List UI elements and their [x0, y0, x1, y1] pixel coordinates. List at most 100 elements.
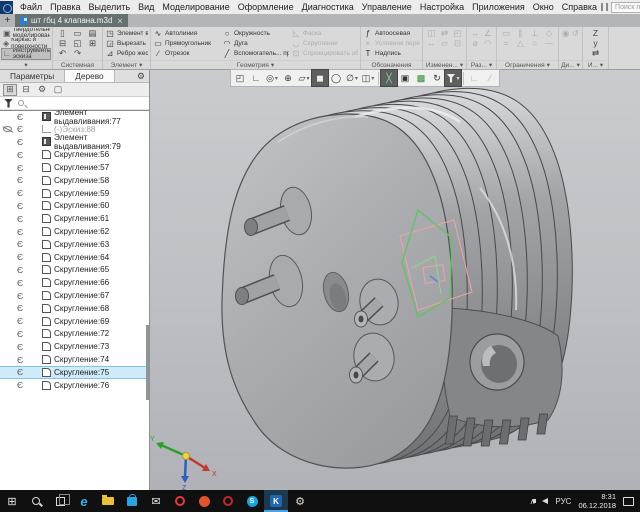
menu-item[interactable]: Вид: [134, 2, 158, 12]
tree-row[interactable]: ЄСкругление:68: [0, 302, 149, 315]
ribbon-section-label[interactable]: ▾: [0, 60, 52, 69]
tree-row[interactable]: ЄСкругление:64: [0, 251, 149, 264]
z-order-icon[interactable]: Z: [593, 28, 598, 38]
ribbon-section-label[interactable]: Геометрия▾: [151, 60, 360, 69]
document-tab[interactable]: шт гбц 4 клапана.m3d ×: [15, 14, 128, 27]
tree-row[interactable]: ЄСкругление:72: [0, 328, 149, 341]
window-doc-icon-2[interactable]: [606, 3, 608, 11]
tree-row[interactable]: ЄСкругление:60: [0, 200, 149, 213]
hide-objects-button[interactable]: ∅▾: [344, 70, 360, 86]
clip-area-button[interactable]: ◫▾: [360, 70, 376, 86]
language-indicator[interactable]: РУС: [555, 497, 571, 506]
tree-row[interactable]: ЄСкругление:62: [0, 225, 149, 238]
taskbar-store-icon[interactable]: [120, 490, 144, 512]
sheet-corner-button[interactable]: ◰: [232, 70, 248, 86]
ribbon-section-label[interactable]: Изменен...▾: [423, 60, 466, 69]
taskbar-settings-icon[interactable]: ⚙: [288, 490, 312, 512]
filter-button[interactable]: ▾: [445, 70, 461, 86]
tree-row[interactable]: ЄСкругление:66: [0, 276, 149, 289]
menu-item[interactable]: Приложения: [468, 2, 529, 12]
tree-row[interactable]: ЄСкругление:76: [0, 379, 149, 392]
new-tab-button[interactable]: +: [0, 14, 15, 27]
tree-row[interactable]: ЄСкругление:65: [0, 264, 149, 277]
app-logo-icon[interactable]: [0, 1, 13, 14]
arc-button[interactable]: ◠Дуга: [222, 38, 289, 48]
ribbon-section-label[interactable]: Ограничения▾: [497, 60, 558, 69]
tree-row[interactable]: ЄЭлемент выдавливания:79: [0, 136, 149, 149]
ribbon-section-label[interactable]: Обозначения: [361, 60, 422, 69]
tree-row[interactable]: ЄСкругление:67: [0, 289, 149, 302]
circle-button[interactable]: ○Окружность: [222, 28, 289, 38]
panel-settings-gear-icon[interactable]: ⚙: [133, 70, 149, 82]
tree-row[interactable]: ЄСкругление:58: [0, 174, 149, 187]
menu-item[interactable]: Настройка: [416, 2, 468, 12]
ribbon-section-label[interactable]: Системная: [53, 60, 102, 69]
stiffener-rib-button[interactable]: ⊿Ребро жесткости: [105, 49, 148, 59]
tree-row[interactable]: ЄСкругление:74: [0, 353, 149, 366]
text-label-button[interactable]: TНадпись: [363, 49, 420, 59]
section-view-button[interactable]: ▣: [397, 70, 413, 86]
command-search-input[interactable]: [611, 2, 640, 13]
autoline-button[interactable]: ∿Автолиния: [153, 28, 220, 38]
taskbar-app-darkred-icon[interactable]: [216, 490, 240, 512]
menu-item[interactable]: Управление: [358, 2, 416, 12]
mode-solid-modeling[interactable]: ▣Твердотельное моделирование: [2, 28, 50, 38]
tree-structure-view-icon[interactable]: ⊞: [3, 84, 17, 96]
tree-row[interactable]: ЄСкругление:59: [0, 187, 149, 200]
ribbon-section-label[interactable]: И...▾: [583, 60, 608, 69]
taskbar-opera-icon[interactable]: [168, 490, 192, 512]
notifications-icon[interactable]: [623, 497, 634, 506]
ribbon-section-label[interactable]: Раз...▾: [467, 60, 496, 69]
layers-button[interactable]: ▩: [413, 70, 429, 86]
taskbar-explorer-icon[interactable]: [96, 490, 120, 512]
undo-icon[interactable]: ↶: [59, 48, 66, 59]
window-doc-icon-1[interactable]: [601, 3, 603, 11]
taskbar-kompas-icon[interactable]: K: [264, 490, 288, 512]
tree-composition-icon[interactable]: ⚙: [35, 84, 49, 96]
ribbon-section-label[interactable]: Ди...▾: [559, 60, 582, 69]
shaded-display-button[interactable]: ◼: [312, 70, 328, 86]
redo-icon[interactable]: ↷: [74, 48, 81, 59]
menu-item[interactable]: Выделить: [85, 2, 135, 12]
y-axis-tool-icon[interactable]: y: [593, 38, 597, 48]
volume-icon[interactable]: [542, 498, 548, 504]
tree-row[interactable]: ЄЭлемент выдавливания:77: [0, 110, 149, 123]
menu-item[interactable]: Моделирование: [158, 2, 233, 12]
tab-tree[interactable]: Дерево: [64, 70, 114, 82]
menu-item[interactable]: Файл: [16, 2, 46, 12]
auto-axis-button[interactable]: ƒАвтоосевая: [363, 28, 420, 38]
taskbar-mail-icon[interactable]: ✉: [144, 490, 168, 512]
taskbar-start-icon[interactable]: ⊞: [0, 490, 24, 512]
wireframe-display-button[interactable]: ◯: [328, 70, 344, 86]
cut-extrude-button[interactable]: ◲Вырезать выдавливанием: [105, 38, 148, 48]
swap-tool-icon[interactable]: ⇄: [592, 48, 599, 59]
move-measure-button[interactable]: ╳: [381, 70, 397, 86]
3d-viewport[interactable]: ◰∟◎▾⊕▱▾◼◯∅▾◫▾╳▣▩↻▾∟∕: [150, 70, 640, 490]
menu-item[interactable]: Справка: [558, 2, 601, 12]
menu-item[interactable]: Оформление: [234, 2, 298, 12]
tree-search-icon[interactable]: [18, 100, 24, 106]
rectangle-button[interactable]: ▭Прямоугольник: [153, 38, 220, 48]
taskbar-search-icon[interactable]: [24, 490, 48, 512]
taskbar-app-red-icon[interactable]: [192, 490, 216, 512]
mode-wireframe-surfaces[interactable]: ◈Каркас и поверхности: [2, 38, 50, 48]
auxiliary-line-button[interactable]: ╱Вспомогатель... прямая: [222, 49, 289, 59]
ribbon-section-label[interactable]: Элемент▾: [103, 60, 150, 69]
taskbar-edge-icon[interactable]: e: [72, 490, 96, 512]
menu-item[interactable]: Правка: [46, 2, 84, 12]
taskbar-task-view-icon[interactable]: [48, 490, 72, 512]
tree-row[interactable]: ЄСкругление:61: [0, 212, 149, 225]
menu-item[interactable]: Окно: [529, 2, 558, 12]
zoom-button[interactable]: ◎▾: [264, 70, 280, 86]
taskbar-clock[interactable]: 8:31 06.12.2018: [578, 492, 616, 510]
menu-item[interactable]: Диагностика: [298, 2, 358, 12]
tree-filter-icon[interactable]: [4, 99, 13, 108]
sketch-plane-button[interactable]: ∟: [248, 70, 264, 86]
tree-row[interactable]: ЄСкругление:63: [0, 238, 149, 251]
taskbar-skype-icon[interactable]: S: [240, 490, 264, 512]
tree-plain-view-icon[interactable]: ⊟: [19, 84, 33, 96]
extrude-element-button[interactable]: ◳Элемент выдавливания: [105, 28, 148, 38]
tree-scrollbar[interactable]: [146, 325, 149, 400]
tab-close-button[interactable]: ×: [117, 16, 122, 26]
mode-sketch-tools[interactable]: ∟Инструменты эскиза: [2, 49, 50, 59]
